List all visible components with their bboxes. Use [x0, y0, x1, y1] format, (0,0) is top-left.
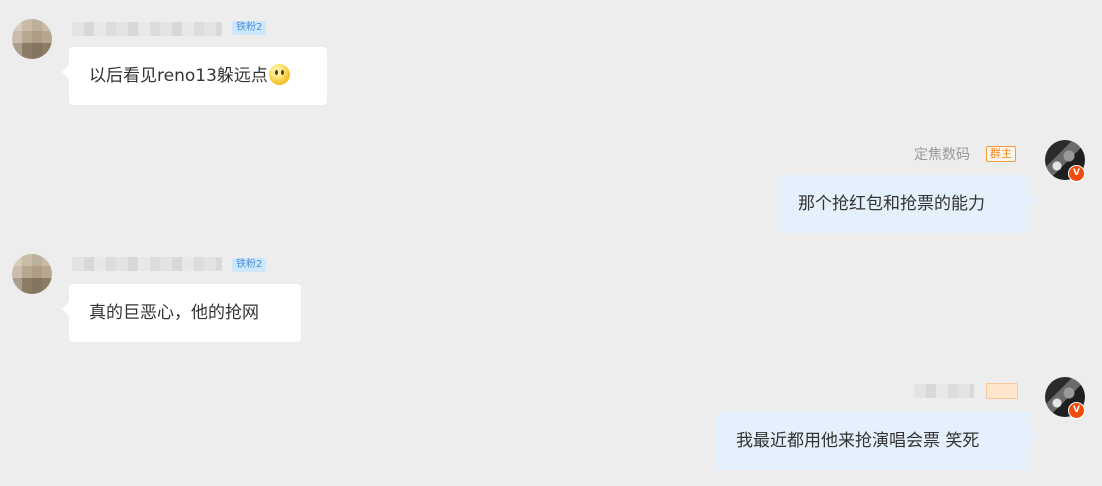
message-text: 那个抢红包和抢票的能力: [798, 194, 985, 214]
sender-name-blurred: [72, 257, 222, 271]
message-bubble[interactable]: 我最近都用他来抢演唱会票 笑死: [716, 412, 1037, 470]
sender-name-blurred: [72, 22, 222, 36]
owner-badge: [986, 383, 1018, 399]
smiley-icon: [268, 64, 290, 85]
owner-badge: 群主: [986, 146, 1016, 162]
verified-icon: V: [1068, 165, 1085, 182]
message-bubble[interactable]: 那个抢红包和抢票的能力: [778, 175, 1037, 233]
avatar[interactable]: [12, 19, 52, 59]
message-text: 我最近都用他来抢演唱会票 笑死: [736, 431, 980, 451]
sender-name: 定焦数码: [914, 147, 970, 163]
fan-level-badge: 铁粉2: [232, 258, 267, 272]
verified-icon: V: [1068, 402, 1085, 419]
fan-level-badge: 铁粉2: [232, 21, 267, 35]
message-bubble[interactable]: 以后看见reno13躲远点: [62, 47, 327, 105]
message-bubble[interactable]: 真的巨恶心，他的抢网: [62, 284, 301, 342]
avatar[interactable]: [12, 254, 52, 294]
message-text: 以后看见reno13躲远点: [89, 66, 268, 86]
sender-name-blurred: [914, 384, 974, 398]
message-text: 真的巨恶心，他的抢网: [89, 303, 259, 323]
